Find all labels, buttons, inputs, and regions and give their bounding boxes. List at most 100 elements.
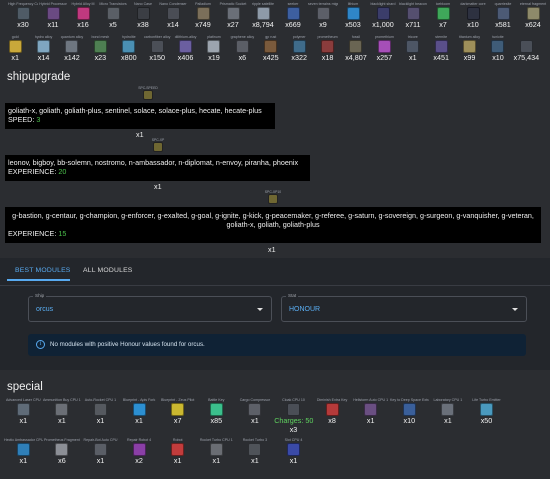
item-cell[interactable]: darkmatter core x10: [458, 2, 488, 29]
item-name: Hybrid Processor: [39, 2, 67, 6]
chevron-down-icon: [257, 308, 263, 311]
item-quantity: x99: [463, 53, 476, 62]
item-cell[interactable]: Repair Robot 4 x2: [120, 438, 159, 465]
item-cell[interactable]: bond mesh x23: [86, 35, 114, 62]
item-cell[interactable]: Rocket Turbo 3 x1: [236, 438, 275, 465]
info-icon: i: [36, 340, 45, 349]
item-cell[interactable]: promethium x257: [370, 35, 398, 62]
item-cell[interactable]: seeker x669: [278, 2, 308, 29]
item-quantity: x1: [212, 456, 221, 465]
item-cell[interactable]: Repair-Bot Auto CPU x1: [81, 438, 120, 465]
upgrade-item-name: SPC-SPEED: [138, 86, 158, 90]
item-quantity: x7: [173, 416, 182, 425]
item-cell[interactable]: platinum x19: [200, 35, 228, 62]
item-cell[interactable]: blacklight shard x1,000: [368, 2, 398, 29]
item-cell[interactable]: titanium alloy x99: [455, 35, 483, 62]
item-cell[interactable]: Nano Condenser x14: [158, 2, 188, 29]
item-quantity: x30: [17, 20, 29, 29]
item-cell[interactable]: Micro Transistors x5: [98, 2, 128, 29]
item-name: ripple satellite: [252, 2, 274, 6]
item-cell[interactable]: fossil x4,807: [342, 35, 370, 62]
item-cell[interactable]: Robot x1: [158, 438, 197, 465]
item-cell[interactable]: tunicite x10: [484, 35, 512, 62]
item-name: Blueprint - Apis Fork: [122, 398, 156, 402]
compatible-ships: g-bastion, g-centaur, g-champion, g-enfo…: [12, 211, 534, 229]
item-cell[interactable]: Hellstorm Auto CPU 1 x1: [351, 398, 390, 425]
item-cell[interactable]: Palladium x749: [188, 2, 218, 29]
tab-all-modules[interactable]: ALL MODULES: [83, 267, 133, 274]
item-cell[interactable]: Diminish Extra Key x8: [313, 398, 352, 425]
item-icon: [256, 7, 270, 20]
item-cell[interactable]: gold x1: [1, 35, 29, 62]
stat-select[interactable]: Stat HONOUR: [281, 293, 527, 322]
item-icon: [93, 403, 107, 416]
item-cell[interactable]: icebloom x7: [428, 2, 458, 29]
item-cell[interactable]: Hybrid Alloy M x16: [68, 2, 98, 29]
item-cell[interactable]: Slot CPU 4 x1: [274, 438, 313, 465]
item-quantity: x503: [345, 20, 361, 29]
item-name: Battle Key: [208, 398, 225, 402]
item-cell[interactable]: blacklight beacon x711: [398, 2, 428, 29]
item-icon: [16, 443, 30, 456]
item-name: quarriesite: [494, 2, 512, 6]
tab-best-modules[interactable]: BEST MODULES: [15, 267, 71, 274]
item-cell[interactable]: quantum alloy x142: [58, 35, 86, 62]
item-cell[interactable]: hydro alloy x14: [29, 35, 57, 62]
item-quantity: x1: [96, 416, 105, 425]
item-cell[interactable]: polymer x322: [285, 35, 313, 62]
item-cell[interactable]: Prometheus Fragment x6: [43, 438, 82, 465]
item-cell[interactable]: Prismatic Socket x27: [218, 2, 248, 29]
item-cell[interactable]: Ammunition Buy CPU 1 x1: [43, 398, 82, 425]
item-icon: [132, 403, 146, 416]
item-icon: [496, 7, 510, 20]
item-cell[interactable]: x75,434: [512, 35, 540, 62]
item-quantity: x669: [285, 20, 301, 29]
item-cell[interactable]: High Frequency Cable x30: [8, 2, 38, 29]
item-cell[interactable]: Cargo Compressor x1: [236, 398, 275, 425]
item-quantity: x406: [177, 53, 194, 62]
item-cell[interactable]: dilithium-alloy x406: [171, 35, 199, 62]
item-cell[interactable]: gp rust x425: [257, 35, 285, 62]
item-cell[interactable]: graphene alloy x6: [228, 35, 256, 62]
item-cell[interactable]: prometheum x18: [313, 35, 341, 62]
item-cell[interactable]: Auto-Rocket CPU 1 x1: [81, 398, 120, 425]
item-quantity: x4,807: [345, 53, 367, 62]
item-cell[interactable]: Laboratory CPU 1 x1: [429, 398, 468, 425]
item-cell[interactable]: sternite x451: [427, 35, 455, 62]
item-name: seeker: [287, 2, 299, 6]
item-cell[interactable]: Blueprint - Apis Fork x1: [120, 398, 159, 425]
item-cell[interactable]: Hectic Ambassador CPU x1: [4, 438, 43, 465]
item-icon: [226, 7, 240, 20]
item-cell[interactable]: eternal fragment x624: [518, 2, 548, 29]
item-cell[interactable]: Life Turbo Emitter x50: [467, 398, 506, 425]
item-cell[interactable]: seven terrains migration x9: [308, 2, 338, 29]
item-name: sternite: [435, 35, 448, 39]
item-cell[interactable]: Advanced Laser CPU x1: [4, 398, 43, 425]
item-cell[interactable]: Rocket Turbo CPU 1 x1: [197, 438, 236, 465]
item-cell[interactable]: lithium x503: [338, 2, 368, 29]
tab-divider: [0, 285, 550, 286]
item-icon: [349, 40, 363, 53]
stat-label: SPEED:: [8, 115, 37, 124]
item-cell[interactable]: Hybrid Processor x11: [38, 2, 68, 29]
item-cell[interactable]: Battle Key x85: [197, 398, 236, 425]
experience-chip-icon: [268, 194, 278, 204]
upgrade-compat-box: g-bastion, g-centaur, g-champion, g-enfo…: [5, 207, 541, 243]
item-cell[interactable]: Blueprint - Zeus Pilot x7: [158, 398, 197, 425]
upgrade-stat: EXPERIENCE: 20: [8, 167, 307, 176]
item-cell[interactable]: Nano Case x38: [128, 2, 158, 29]
item-cell[interactable]: Key to Deep Space Extractor x10: [390, 398, 429, 425]
resource-grid: High Frequency Cable x30 Hybrid Processor x…: [0, 0, 550, 66]
item-name: Ammunition Buy CPU 1: [43, 398, 81, 402]
item-name: Rocket Turbo CPU 1: [199, 438, 233, 442]
item-cell[interactable]: ripple satellite x8,794: [248, 2, 278, 29]
item-cell[interactable]: carbonfiber alloy x150: [143, 35, 171, 62]
item-cell[interactable]: Cloak CPU 10 Charges: 50 x3: [274, 398, 313, 434]
item-name: icebloom: [435, 2, 451, 6]
item-cell[interactable]: quarriesite x581: [488, 2, 518, 29]
item-cell[interactable]: hydrolite x800: [115, 35, 143, 62]
upgrade-count: x1: [154, 182, 162, 191]
ship-select[interactable]: Ship orcus: [28, 293, 272, 322]
item-cell[interactable]: tricore x1: [399, 35, 427, 62]
item-icon: [179, 40, 193, 53]
